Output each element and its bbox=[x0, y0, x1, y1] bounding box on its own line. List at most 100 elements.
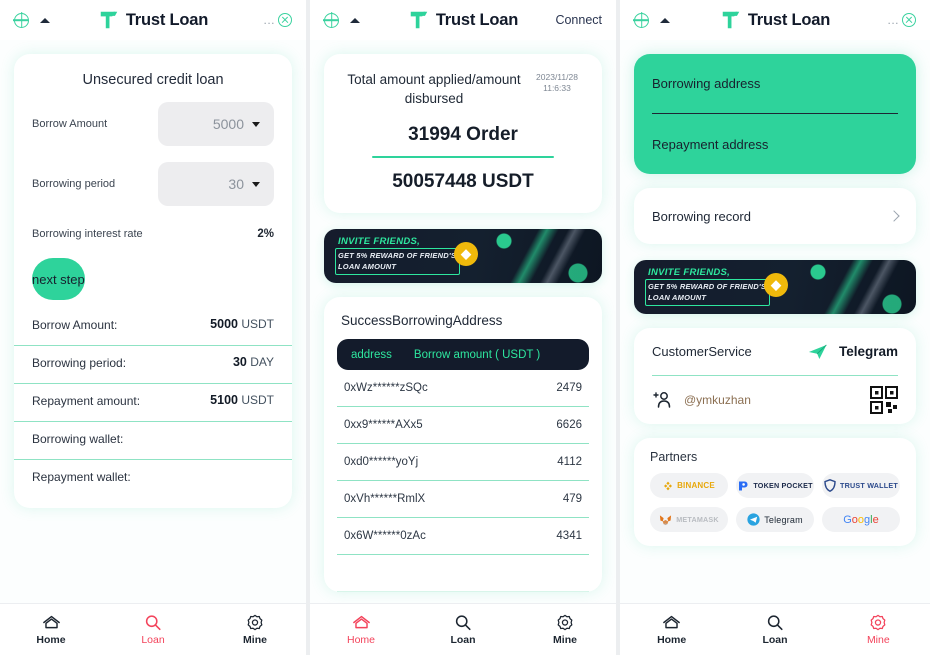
nav-item-mine[interactable]: Mine bbox=[514, 614, 616, 646]
banner-line-3-text: LOAN AMOUNT bbox=[338, 262, 397, 272]
bottom-nav: Home Loan Mine bbox=[310, 603, 616, 655]
close-icon[interactable] bbox=[902, 13, 916, 27]
row-address: 0xWz******zSQc bbox=[344, 382, 428, 395]
trust-loan-logo-icon bbox=[722, 11, 740, 29]
globe-icon[interactable] bbox=[324, 12, 339, 28]
row-amount: 2479 bbox=[556, 382, 582, 395]
field-label: Borrow Amount bbox=[32, 118, 108, 130]
partner-label: BINANCE bbox=[677, 481, 715, 490]
borrowing-record-card: Borrowing record bbox=[634, 188, 916, 244]
banner-line-3-text: LOAN AMOUNT bbox=[648, 293, 707, 302]
bottom-nav: Home Loan Mine bbox=[0, 603, 306, 655]
summary-number: 5000 bbox=[210, 317, 238, 331]
banner-line-1: INVITE FRIENDS, bbox=[648, 267, 731, 278]
summary-row: Borrowing wallet: bbox=[14, 422, 292, 460]
field-borrowing-period: Borrowing period 30 bbox=[14, 154, 292, 214]
field-borrow-amount: Borrow Amount 5000 bbox=[14, 94, 292, 154]
borrowing-record-item[interactable]: Borrowing record bbox=[652, 188, 900, 244]
nav-item-loan[interactable]: Loan bbox=[412, 614, 514, 646]
summary-key: Borrow Amount: bbox=[32, 318, 118, 332]
brand-name: Trust Loan bbox=[435, 10, 519, 29]
timestamp: 2023/11/28 11:6:33 bbox=[528, 70, 586, 94]
customer-service-card: CustomerService Telegram @ymkuzhan bbox=[634, 328, 916, 424]
summary-value: 5000 USDT bbox=[210, 317, 274, 331]
field-interest-rate: Borrowing interest rate 2% bbox=[14, 214, 292, 244]
nav-item-loan[interactable]: Loan bbox=[102, 614, 204, 646]
nav-item-home[interactable]: Home bbox=[620, 614, 723, 646]
partner-google[interactable]: Google bbox=[822, 507, 900, 532]
token-pocket-logo-icon bbox=[739, 481, 748, 490]
header-right-controls: ... bbox=[887, 13, 916, 27]
nav-label: Loan bbox=[450, 633, 476, 646]
trust-wallet-logo-icon bbox=[824, 479, 836, 492]
invite-friends-banner[interactable]: INVITE FRIENDS, GET 5% REWARD OF FRIEND'… bbox=[324, 229, 602, 284]
row-amount: 6626 bbox=[556, 419, 582, 432]
total-orders-value: 31994 Order bbox=[408, 124, 518, 145]
nav-item-home[interactable]: Home bbox=[310, 614, 412, 646]
select-value: 30 bbox=[228, 176, 244, 192]
nav-item-mine[interactable]: Mine bbox=[204, 614, 306, 646]
gear-icon bbox=[870, 614, 886, 630]
nav-label: Home bbox=[657, 633, 687, 646]
telegram-label[interactable]: Telegram bbox=[839, 344, 898, 359]
borrowing-address-item[interactable]: Borrowing address bbox=[652, 54, 898, 114]
gear-icon bbox=[557, 614, 573, 630]
partner-telegram[interactable]: Telegram bbox=[736, 507, 814, 532]
nav-label: Loan bbox=[762, 633, 788, 646]
summary-key: Borrowing period: bbox=[32, 356, 127, 370]
row-address: 0xx9******AXx5 bbox=[344, 419, 423, 432]
partners-title: Partners bbox=[650, 450, 698, 464]
field-label: Borrowing interest rate bbox=[32, 228, 143, 240]
binance-coin-icon: ◆ bbox=[454, 242, 478, 267]
next-step-button[interactable]: next step bbox=[32, 258, 85, 300]
nav-item-mine[interactable]: Mine bbox=[827, 614, 930, 646]
globe-icon[interactable] bbox=[14, 12, 29, 28]
connect-button[interactable]: Connect bbox=[555, 13, 602, 27]
header-amount: Borrow amount ( USDT ) bbox=[413, 348, 541, 361]
close-icon[interactable] bbox=[278, 13, 292, 27]
summary-unit: USDT bbox=[241, 393, 274, 407]
caret-up-icon[interactable] bbox=[40, 17, 50, 23]
summary-row: Repayment wallet: bbox=[14, 460, 292, 508]
header-left-controls bbox=[324, 12, 360, 28]
interest-rate-value: 2% bbox=[257, 228, 274, 240]
address-table-header: address Borrow amount ( USDT ) bbox=[337, 339, 589, 371]
partner-label: Telegram bbox=[764, 514, 803, 525]
more-dots[interactable]: ... bbox=[887, 14, 899, 26]
partner-metamask[interactable]: METAMASK bbox=[650, 507, 728, 532]
phone-panel-loan: Trust Loan ... Unsecured credit loan Bor… bbox=[0, 0, 306, 655]
banner-line-2-text: GET 5% REWARD OF FRIEND'S bbox=[648, 282, 767, 291]
timestamp-time: 11:6:33 bbox=[543, 83, 571, 93]
chevron-down-icon bbox=[252, 181, 260, 187]
qr-code-icon[interactable] bbox=[870, 386, 898, 414]
telegram-handle[interactable]: @ymkuzhan bbox=[684, 393, 751, 407]
loan-form-card: Unsecured credit loan Borrow Amount 5000… bbox=[14, 54, 292, 508]
invite-friends-banner[interactable]: INVITE FRIENDS, GET 5% REWARD OF FRIEND'… bbox=[634, 260, 916, 314]
borrow-amount-select[interactable]: 5000 bbox=[158, 102, 274, 146]
partner-token-pocket[interactable]: TOKEN POCKET bbox=[736, 473, 814, 498]
summary-row: Borrowing period: 30 DAY bbox=[14, 346, 292, 384]
more-dots[interactable]: ... bbox=[263, 14, 275, 26]
caret-up-icon[interactable] bbox=[350, 17, 360, 23]
borrowing-record-label: Borrowing record bbox=[652, 208, 751, 224]
partner-trust-wallet[interactable]: TRUST WALLET bbox=[822, 473, 900, 498]
table-row: 0xWz******zSQc 2479 bbox=[337, 370, 589, 408]
repayment-address-item[interactable]: Repayment address bbox=[652, 114, 898, 174]
row-amount: 479 bbox=[562, 493, 582, 506]
gear-icon bbox=[247, 614, 263, 630]
header-left-controls bbox=[634, 12, 670, 28]
globe-icon[interactable] bbox=[634, 12, 649, 28]
partner-binance[interactable]: BINANCE bbox=[650, 473, 728, 498]
chevron-right-icon bbox=[888, 210, 900, 222]
nav-label: Mine bbox=[243, 633, 267, 646]
address-list-title: SuccessBorrowingAddress bbox=[341, 313, 503, 329]
nav-item-home[interactable]: Home bbox=[0, 614, 102, 646]
nav-item-loan[interactable]: Loan bbox=[723, 614, 826, 646]
nav-label: Home bbox=[346, 633, 375, 646]
binance-logo-icon bbox=[664, 481, 673, 490]
bottom-nav: Home Loan Mine bbox=[620, 603, 930, 655]
nav-label: Home bbox=[36, 633, 66, 646]
summary-unit: DAY bbox=[250, 355, 274, 369]
caret-up-icon[interactable] bbox=[660, 17, 670, 23]
borrowing-period-select[interactable]: 30 bbox=[158, 162, 274, 206]
